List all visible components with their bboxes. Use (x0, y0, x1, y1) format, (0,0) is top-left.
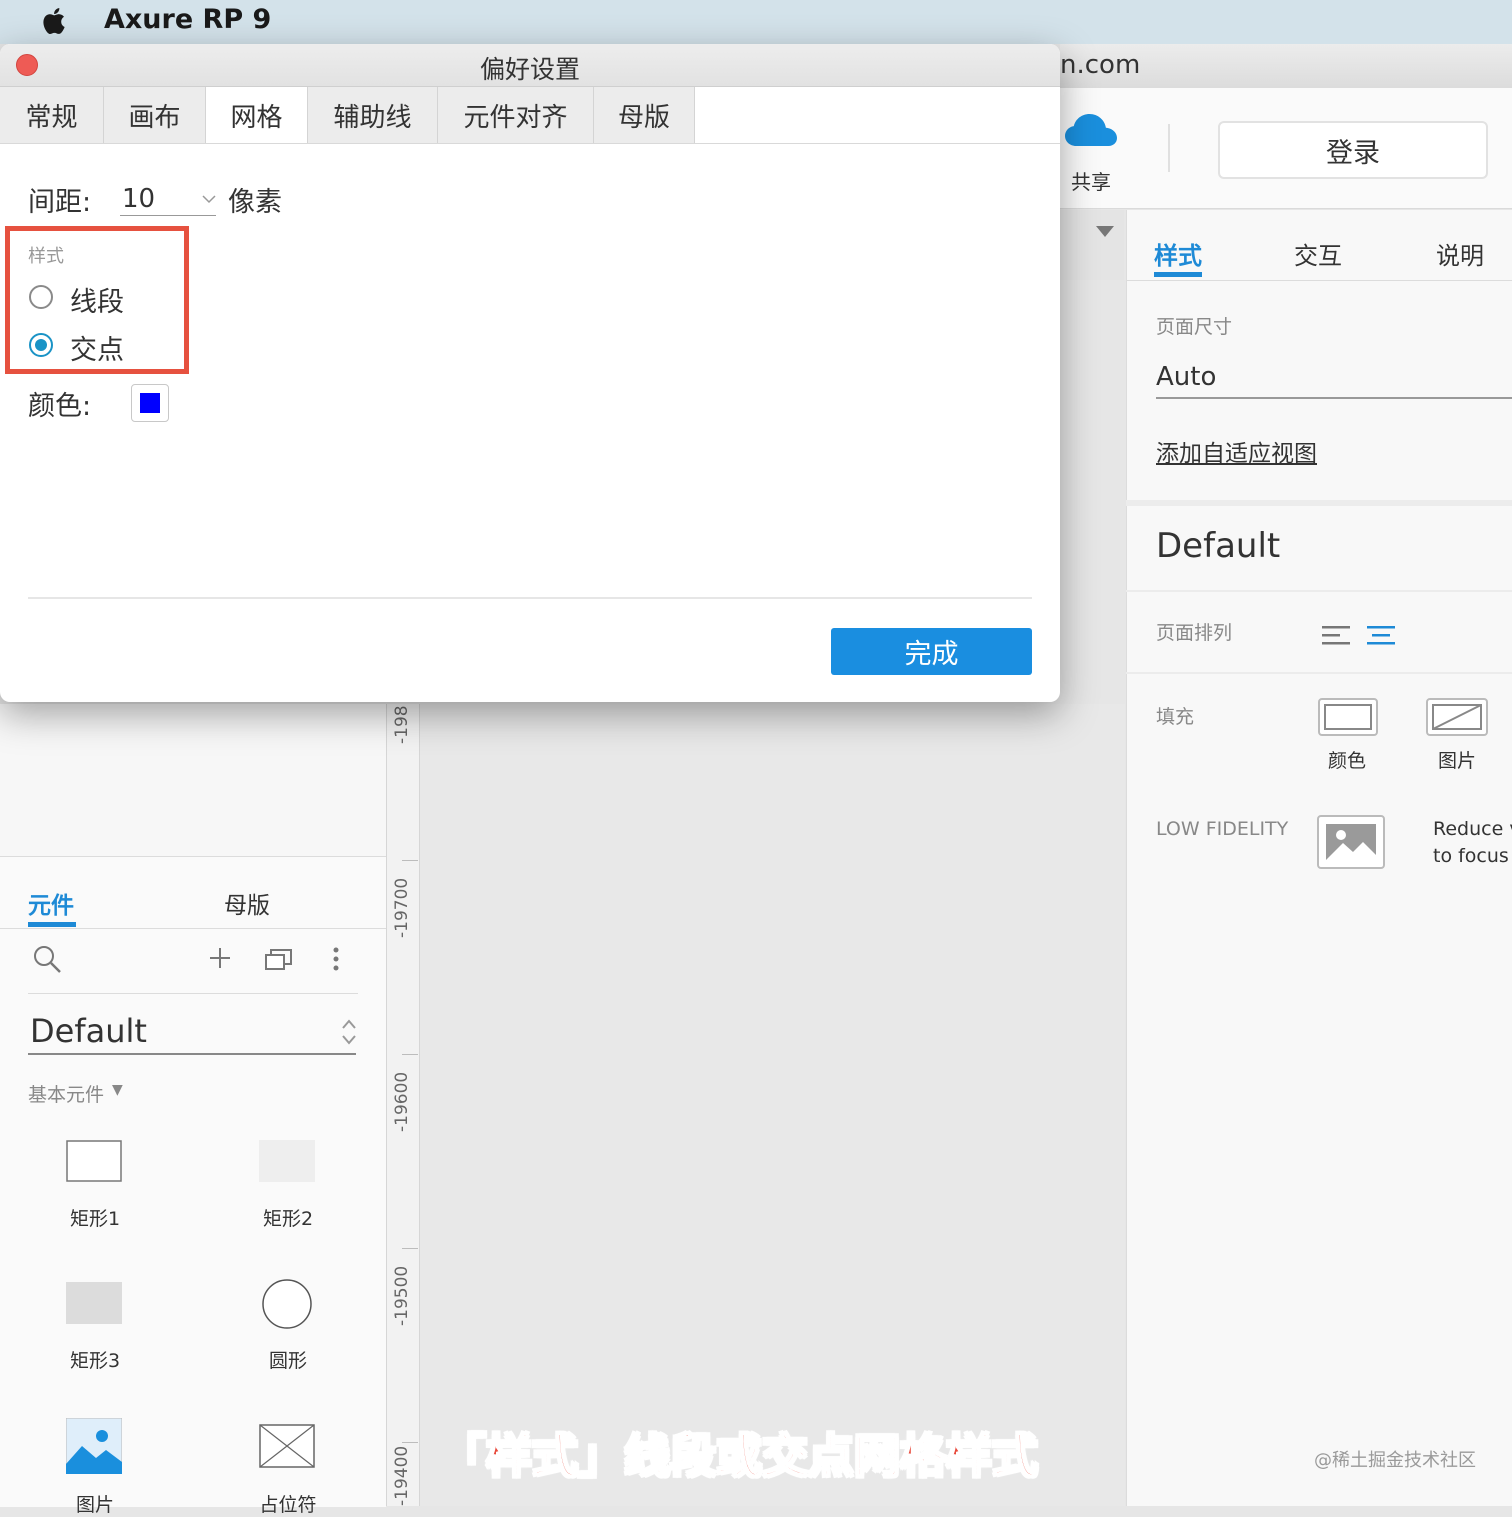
window-title-fragment: n.com (1060, 50, 1141, 80)
placeholder-widget-icon[interactable] (259, 1424, 315, 1468)
tab-style[interactable]: 样式 (1154, 236, 1202, 271)
caption-overlay: 「样式」线段或交点网格样式 (439, 1428, 1039, 1484)
low-fidelity-description: to focus o (1433, 845, 1512, 867)
widget-label: 图片 (75, 1494, 114, 1516)
section-divider (1126, 590, 1512, 592)
login-button[interactable]: 登录 (1218, 121, 1488, 179)
apple-icon[interactable] (38, 4, 72, 38)
tab-grid[interactable]: 网格 (206, 87, 308, 143)
cloud-icon[interactable] (1062, 108, 1122, 152)
circle-widget-icon[interactable] (261, 1278, 313, 1330)
chevron-down-icon[interactable] (202, 194, 216, 204)
share-label[interactable]: 共享 (1071, 166, 1111, 195)
toolbar-divider (1168, 124, 1170, 172)
dropdown-arrow-icon[interactable] (1096, 226, 1114, 237)
preferences-tab-bar: 常规 画布 网格 辅助线 元件对齐 母版 (0, 87, 1060, 144)
tab-widgets[interactable]: 元件 (28, 886, 74, 920)
dialog-divider (28, 597, 1032, 599)
tab-divider (0, 928, 386, 929)
page-size-underline (1156, 397, 1512, 399)
add-adaptive-view-link[interactable]: 添加自适应视图 (1156, 434, 1317, 468)
ruler-label: -19600 (392, 1071, 412, 1132)
fill-image-label: 图片 (1438, 750, 1477, 772)
ruler-tick (402, 860, 418, 861)
tab-widget-snap[interactable]: 元件对齐 (438, 87, 594, 143)
image-widget-icon[interactable] (66, 1418, 122, 1474)
fill-label: 填充 (1156, 706, 1195, 728)
pages-panel (0, 704, 386, 856)
fill-color-icon[interactable] (1318, 698, 1378, 736)
color-swatch[interactable] (140, 393, 160, 413)
ruler-tick (402, 1054, 418, 1055)
tab-interactions[interactable]: 交互 (1294, 236, 1342, 271)
section-divider (1126, 500, 1512, 506)
design-canvas[interactable] (418, 704, 1125, 1506)
done-button[interactable]: 完成 (831, 628, 1032, 675)
tab-masters[interactable]: 母版 (594, 87, 695, 143)
library-select[interactable]: Default (30, 1012, 147, 1050)
spacing-unit: 像素 (228, 187, 282, 218)
tab-guides[interactable]: 辅助线 (308, 87, 438, 143)
tab-canvas[interactable]: 画布 (104, 87, 206, 143)
low-fidelity-label: LOW FIDELITY (1156, 818, 1289, 840)
active-tab-indicator (1154, 272, 1202, 277)
tab-general[interactable]: 常规 (0, 87, 104, 143)
widget-label: 矩形1 (69, 1208, 121, 1230)
fill-color-label: 颜色 (1328, 750, 1367, 772)
page-align-label: 页面排列 (1156, 622, 1233, 644)
rectangle-widget-icon[interactable] (259, 1140, 315, 1182)
page-size-select[interactable]: Auto (1156, 362, 1216, 392)
tab-divider (1126, 280, 1512, 281)
category-label[interactable]: 基本元件 (28, 1080, 104, 1107)
align-center-icon[interactable] (1367, 624, 1395, 646)
rectangle-widget-icon[interactable] (66, 1282, 122, 1324)
widget-label: 圆形 (268, 1350, 307, 1372)
caret-down-icon[interactable]: ▼ (112, 1082, 123, 1098)
tab-notes[interactable]: 说明 (1436, 236, 1484, 271)
widget-label: 矩形2 (262, 1208, 314, 1230)
spacing-input-underline (120, 215, 216, 216)
chevron-updown-icon[interactable] (340, 1016, 358, 1048)
low-fidelity-toggle-icon[interactable] (1317, 815, 1385, 869)
align-left-icon[interactable] (1322, 624, 1350, 646)
ruler-tick (402, 1442, 418, 1443)
annotation-highlight-box (5, 226, 189, 374)
ruler-label: -198 (392, 705, 412, 744)
dialog-title: 偏好设置 (479, 55, 580, 84)
spacing-input[interactable]: 10 (122, 184, 155, 214)
divider (28, 993, 358, 994)
ruler-label: -19400 (392, 1445, 412, 1506)
add-icon[interactable] (208, 946, 232, 970)
ruler-label: -19500 (392, 1265, 412, 1326)
section-divider (1126, 672, 1512, 674)
page-style-select[interactable]: Default (1156, 526, 1280, 566)
watermark: @稀土掘金技术社区 (1314, 1450, 1476, 1471)
library-select-underline (28, 1053, 356, 1055)
spacing-label: 间距: (28, 187, 92, 218)
preferences-dialog: 偏好设置 常规 画布 网格 辅助线 元件对齐 母版 间距: 10 像素 样式 线… (0, 44, 1060, 702)
ruler-label: -19700 (392, 877, 412, 938)
active-tab-indicator (28, 922, 76, 927)
widget-label: 矩形3 (69, 1350, 121, 1372)
search-icon[interactable] (32, 944, 62, 974)
page-size-label: 页面尺寸 (1156, 316, 1233, 338)
library-icon[interactable] (264, 946, 294, 972)
ruler-tick (402, 1248, 418, 1249)
color-label: 颜色: (28, 391, 92, 422)
ruler-corner (1060, 210, 1124, 280)
low-fidelity-description: Reduce v (1433, 818, 1512, 840)
rectangle-widget-icon[interactable] (66, 1140, 122, 1182)
widget-label: 占位符 (259, 1494, 317, 1516)
fill-image-icon[interactable] (1426, 698, 1488, 736)
tab-masters[interactable]: 母版 (224, 886, 270, 920)
app-name-menu[interactable]: Axure RP 9 (104, 4, 271, 35)
more-icon[interactable] (330, 946, 342, 972)
